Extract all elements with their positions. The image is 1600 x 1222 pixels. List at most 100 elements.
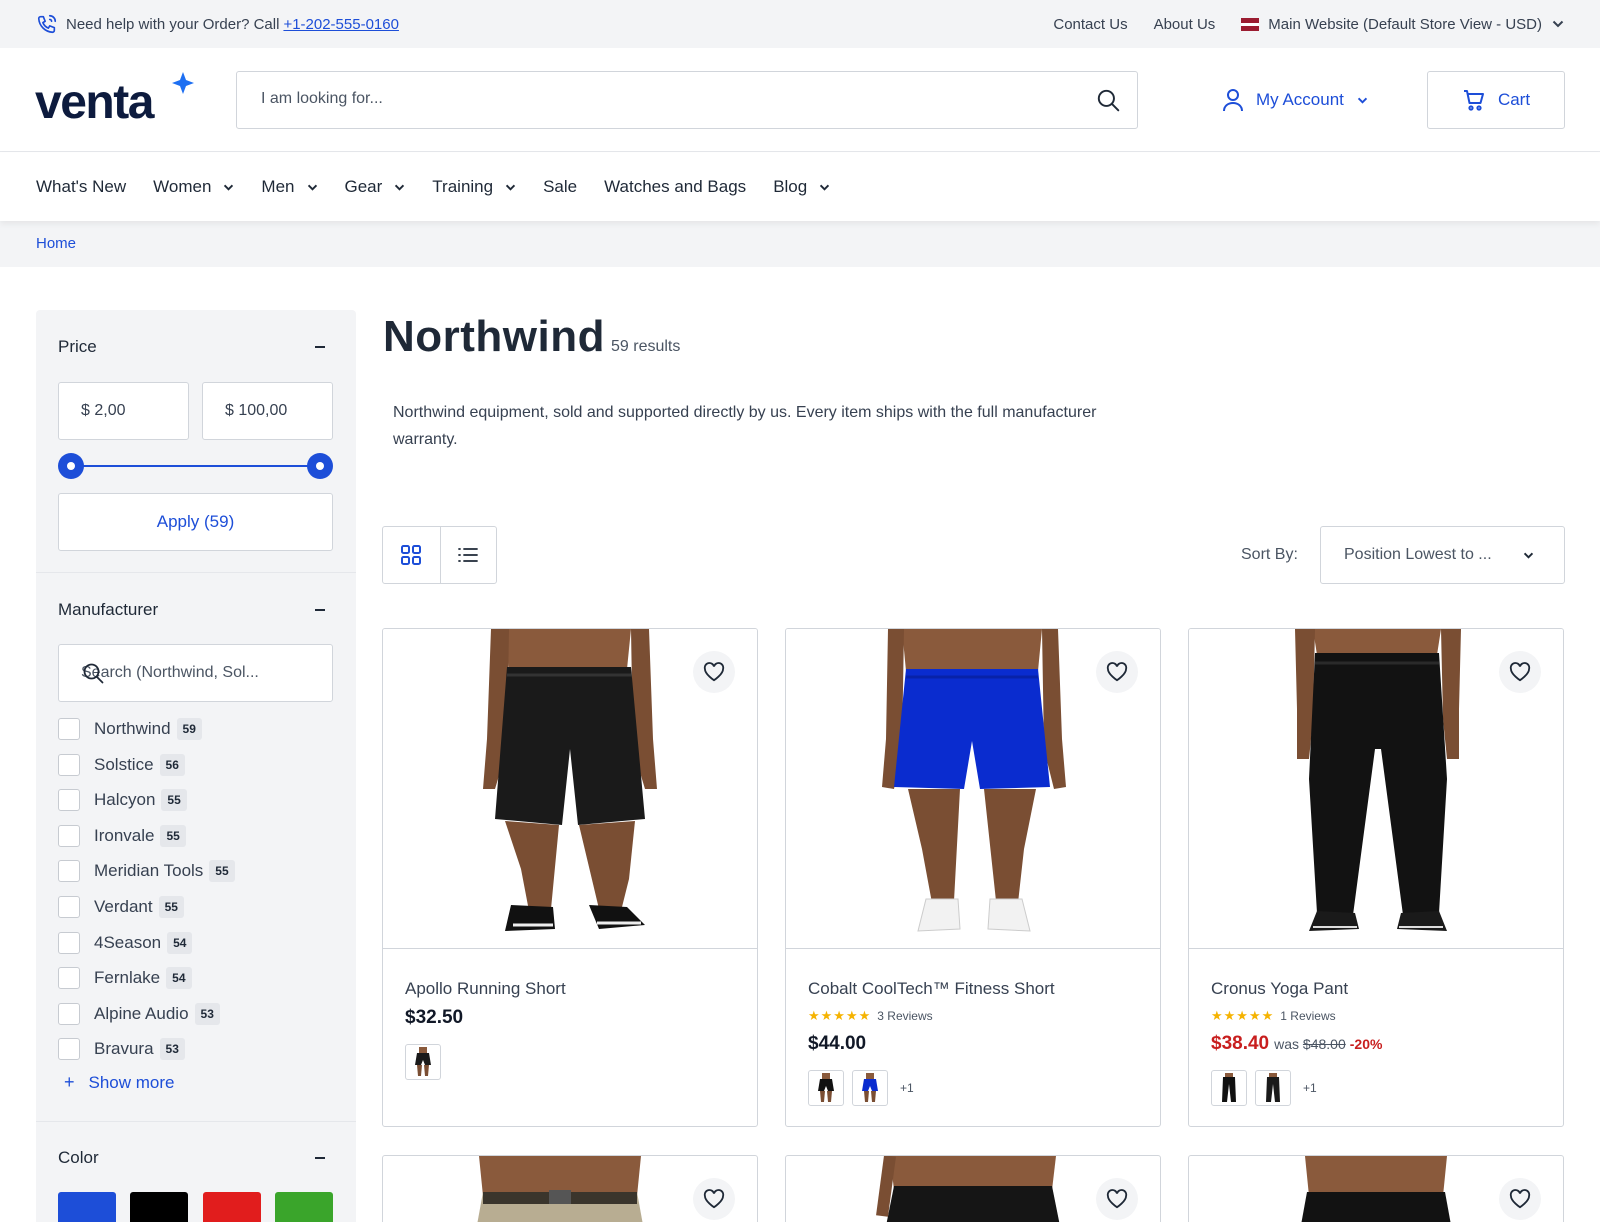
price-slider-track bbox=[71, 465, 320, 467]
color-swatch-green[interactable] bbox=[275, 1192, 333, 1222]
product-name[interactable]: Cobalt CoolTech™ Fitness Short bbox=[808, 979, 1055, 999]
more-colors[interactable]: +1 bbox=[900, 1081, 914, 1095]
nav-item-blog[interactable]: Blog bbox=[773, 177, 830, 197]
checkbox[interactable] bbox=[58, 932, 80, 954]
about-us-link[interactable]: About Us bbox=[1154, 16, 1216, 33]
manufacturer-option-fernlake[interactable]: Fernlake 54 bbox=[58, 966, 192, 990]
checkbox[interactable] bbox=[58, 1038, 80, 1060]
count-badge: 55 bbox=[160, 825, 186, 847]
contact-us-link[interactable]: Contact Us bbox=[1053, 16, 1127, 33]
product-price: $38.40 was $48.00 -20% bbox=[1211, 1033, 1382, 1055]
rating[interactable]: ★★★★★ 3 Reviews bbox=[808, 1008, 933, 1024]
product-name[interactable]: Cronus Yoga Pant bbox=[1211, 979, 1348, 999]
logo[interactable]: venta bbox=[35, 72, 197, 124]
color-thumbnail[interactable] bbox=[1255, 1070, 1291, 1106]
manufacturer-search[interactable]: Search (Northwind, Sol... bbox=[58, 644, 333, 702]
chevron-down-icon bbox=[394, 184, 405, 191]
review-count: 3 Reviews bbox=[877, 1009, 933, 1023]
checkbox[interactable] bbox=[58, 967, 80, 989]
color-thumbnail[interactable] bbox=[808, 1070, 844, 1106]
nav-item-sale[interactable]: Sale bbox=[543, 177, 577, 197]
more-colors[interactable]: +1 bbox=[1303, 1081, 1317, 1095]
nav-item-women[interactable]: Women bbox=[153, 177, 234, 197]
wishlist-button[interactable] bbox=[693, 651, 735, 693]
manufacturer-option-halcyon[interactable]: Halcyon 55 bbox=[58, 788, 187, 812]
nav-item-watches-and-bags[interactable]: Watches and Bags bbox=[604, 177, 746, 197]
store-switcher[interactable]: Main Website (Default Store View - USD) bbox=[1241, 16, 1564, 33]
product-image[interactable] bbox=[1189, 629, 1563, 949]
view-mode-toggle bbox=[382, 526, 497, 584]
checkbox[interactable] bbox=[58, 1003, 80, 1025]
color-filter-title[interactable]: Color bbox=[58, 1148, 99, 1168]
wishlist-button[interactable] bbox=[1096, 1178, 1138, 1220]
wishlist-button[interactable] bbox=[1499, 651, 1541, 693]
product-card[interactable]: Cobalt CoolTech™ Fitness Short ★★★★★ 3 R… bbox=[785, 628, 1161, 1127]
price-slider-max-handle[interactable] bbox=[307, 453, 333, 479]
manufacturer-option-northwind[interactable]: Northwind 59 bbox=[58, 717, 202, 741]
color-thumbnail[interactable] bbox=[852, 1070, 888, 1106]
manufacturer-option-solstice[interactable]: Solstice 56 bbox=[58, 753, 185, 777]
rating[interactable]: ★★★★★ 1 Reviews bbox=[1211, 1008, 1336, 1024]
nav-item-training[interactable]: Training bbox=[432, 177, 516, 197]
product-card[interactable] bbox=[1188, 1155, 1564, 1222]
color-thumbnail[interactable] bbox=[405, 1044, 441, 1080]
checkbox[interactable] bbox=[58, 860, 80, 882]
my-account-menu[interactable]: My Account bbox=[1222, 88, 1368, 112]
product-card[interactable]: Cronus Yoga Pant ★★★★★ 1 Reviews $38.40 w… bbox=[1188, 628, 1564, 1127]
nav-item-gear[interactable]: Gear bbox=[345, 177, 406, 197]
price-min-input[interactable]: $ 2,00 bbox=[58, 382, 189, 440]
option-label: Bravura bbox=[94, 1039, 154, 1058]
cart-button[interactable]: Cart bbox=[1427, 71, 1565, 129]
search-icon[interactable] bbox=[1095, 87, 1121, 113]
breadcrumb-home[interactable]: Home bbox=[36, 235, 76, 252]
wishlist-button[interactable] bbox=[693, 1178, 735, 1220]
manufacturer-option-verdant[interactable]: Verdant 55 bbox=[58, 895, 184, 919]
price-filter-title[interactable]: Price bbox=[58, 337, 97, 357]
wishlist-button[interactable] bbox=[1096, 651, 1138, 693]
divider bbox=[36, 1121, 356, 1122]
checkbox[interactable] bbox=[58, 825, 80, 847]
checkbox[interactable] bbox=[58, 718, 80, 740]
color-options bbox=[405, 1044, 441, 1080]
nav-item-men[interactable]: Men bbox=[261, 177, 317, 197]
checkbox[interactable] bbox=[58, 896, 80, 918]
manufacturer-option-bravura[interactable]: Bravura 53 bbox=[58, 1037, 185, 1061]
product-card[interactable] bbox=[382, 1155, 758, 1222]
apply-price-button[interactable]: Apply (59) bbox=[58, 493, 333, 551]
manufacturer-filter-title[interactable]: Manufacturer bbox=[58, 600, 158, 620]
phone-link[interactable]: +1-202-555-0160 bbox=[283, 16, 399, 33]
manufacturer-option-4season[interactable]: 4Season 54 bbox=[58, 931, 193, 955]
checkbox[interactable] bbox=[58, 754, 80, 776]
wishlist-button[interactable] bbox=[1499, 1178, 1541, 1220]
color-thumbnail[interactable] bbox=[1211, 1070, 1247, 1106]
product-image[interactable] bbox=[383, 629, 757, 949]
manufacturer-option-alpine-audio[interactable]: Alpine Audio 53 bbox=[58, 1002, 220, 1026]
color-swatch-blue[interactable] bbox=[58, 1192, 116, 1222]
sort-select[interactable]: Position Lowest to ... bbox=[1320, 526, 1565, 584]
collapse-icon[interactable] bbox=[315, 346, 325, 348]
chevron-down-icon bbox=[1523, 552, 1534, 559]
price-max-input[interactable]: $ 100,00 bbox=[202, 382, 333, 440]
manufacturer-option-ironvale[interactable]: Ironvale 55 bbox=[58, 824, 186, 848]
color-swatch-red[interactable] bbox=[203, 1192, 261, 1222]
collapse-icon[interactable] bbox=[315, 1157, 325, 1159]
nav-item-whats-new[interactable]: What's New bbox=[36, 177, 126, 197]
product-card[interactable] bbox=[785, 1155, 1161, 1222]
show-more-link[interactable]: + Show more bbox=[64, 1072, 175, 1093]
user-icon bbox=[1222, 88, 1244, 112]
logo-text: venta bbox=[35, 76, 155, 124]
option-label: Northwind bbox=[94, 719, 171, 738]
checkbox[interactable] bbox=[58, 789, 80, 811]
product-image[interactable] bbox=[786, 629, 1160, 949]
option-label: Halcyon bbox=[94, 790, 156, 809]
manufacturer-option-meridian-tools[interactable]: Meridian Tools 55 bbox=[58, 859, 235, 883]
search-input[interactable] bbox=[261, 90, 1081, 108]
color-swatch-black[interactable] bbox=[130, 1192, 188, 1222]
price-slider-min-handle[interactable] bbox=[58, 453, 84, 479]
chevron-down-icon bbox=[819, 184, 830, 191]
collapse-icon[interactable] bbox=[315, 609, 325, 611]
list-view-button[interactable] bbox=[439, 527, 497, 583]
product-name[interactable]: Apollo Running Short bbox=[405, 979, 566, 999]
product-card[interactable]: Apollo Running Short $32.50 bbox=[382, 628, 758, 1127]
grid-view-button[interactable] bbox=[383, 527, 440, 583]
